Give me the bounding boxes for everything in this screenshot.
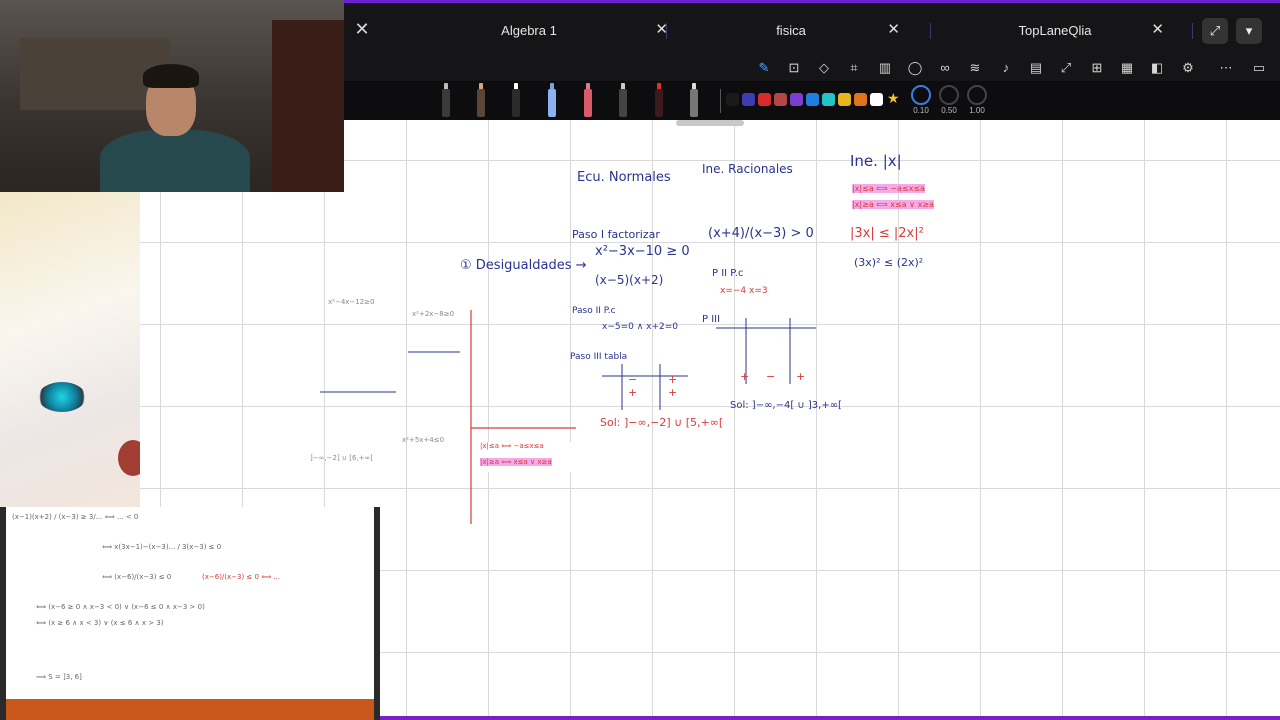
close-window-icon[interactable]: ✕ [350, 17, 374, 41]
tab-algebra[interactable]: Algebra 1 ✕ [384, 3, 674, 58]
shapes-icon[interactable]: ◇ [814, 58, 834, 78]
chevron-down-icon[interactable]: ▾ [1236, 18, 1262, 44]
color-swatch[interactable] [838, 93, 851, 106]
color-swatch[interactable] [774, 93, 787, 106]
grid-icon[interactable]: ▦ [1117, 58, 1137, 78]
tab-fisica[interactable]: fisica ✕ [676, 3, 906, 58]
tool-bar: ✎ ⊡ ◇ ⌗ ▥ ◯ ∞ ≋ ♪ ▤ ⤢ ⊞ ▦ ◧ ⚙ ⋯ ▭ [344, 55, 1280, 81]
tab-label: Algebra 1 [501, 23, 557, 38]
person-body [100, 130, 250, 192]
tab-divider [1192, 23, 1193, 39]
thickness-medium[interactable] [939, 85, 959, 105]
pen-icon[interactable]: ✎ [754, 58, 774, 78]
settings-icon[interactable]: ⚙ [1178, 58, 1198, 78]
tab-label: TopLaneQlia [1018, 23, 1092, 38]
svg-text:+: + [628, 386, 637, 399]
anime-blush [118, 440, 140, 476]
sidebar-split-icon[interactable]: ◧ [1147, 58, 1167, 78]
svg-text:x²+5x+4≤0: x²+5x+4≤0 [402, 436, 444, 444]
svg-text:⟺ (x−6)/(x−3) ≤ 0: ⟺ (x−6)/(x−3) ≤ 0 [102, 573, 171, 581]
color-swatch[interactable] [742, 93, 755, 106]
add-page-icon[interactable]: ⊞ [1087, 58, 1107, 78]
fountain-pen-icon[interactable] [439, 83, 453, 117]
reader-icon[interactable]: ▤ [1026, 58, 1046, 78]
svg-text:⟹ S = ]3, 6]: ⟹ S = ]3, 6] [36, 673, 82, 681]
anime-eye [38, 382, 86, 412]
svg-text:(x−6)/(x−3) ≤ 0 ⟺ ...: (x−6)/(x−3) ≤ 0 ⟺ ... [202, 573, 280, 581]
pencil-icon[interactable] [474, 83, 488, 117]
fullscreen-icon[interactable]: ⤢ [1202, 18, 1228, 44]
thickness-label: 0.10 [913, 106, 929, 115]
highlighter-icon[interactable] [545, 83, 559, 117]
abs-rule-copy-less: |x|≤a ⟺ −a≤x≤a [480, 442, 544, 450]
expand-icon[interactable]: ⤢ [1056, 58, 1076, 78]
color-swatch[interactable] [854, 93, 867, 106]
color-swatch[interactable] [870, 93, 883, 106]
background-shelf [272, 20, 344, 192]
svg-text:⟺ (x ≥ 6 ∧ x < 3) ∨ (x ≤ 6 ∧ x: ⟺ (x ≥ 6 ∧ x < 3) ∨ (x ≤ 6 ∧ x > 3) [36, 619, 164, 627]
anime-artwork-overlay [0, 192, 140, 508]
scroll-handle[interactable] [676, 120, 744, 126]
color-swatch[interactable] [726, 93, 739, 106]
microphone-icon[interactable]: ♪ [996, 58, 1016, 78]
panel-icon[interactable]: ▭ [1249, 58, 1269, 78]
columns-icon[interactable]: ▥ [875, 58, 895, 78]
more-icon[interactable]: ⋯ [1216, 58, 1236, 78]
svg-text:+: + [796, 370, 805, 383]
divider [720, 89, 721, 113]
svg-text:−: − [628, 373, 637, 386]
svg-text:+: + [668, 373, 677, 386]
marker-icon[interactable] [509, 83, 523, 117]
thickness-label: 1.00 [969, 106, 985, 115]
thickness-thick[interactable] [967, 85, 987, 105]
link-icon[interactable]: ∞ [935, 58, 955, 78]
color-swatch[interactable] [790, 93, 803, 106]
thickness-thin[interactable] [911, 85, 931, 105]
color-swatch[interactable] [822, 93, 835, 106]
svg-text:+: + [740, 370, 749, 383]
svg-text:−: − [766, 370, 775, 383]
brush-icon[interactable] [616, 83, 630, 117]
svg-text:⟺ x(3x−1)−(x−3)... / 3(x−3) ≤: ⟺ x(3x−1)−(x−3)... / 3(x−3) ≤ 0 [102, 543, 221, 551]
notes-bottom-strip [6, 699, 374, 720]
bottom-accent-bar [380, 716, 1280, 720]
tab-label: fisica [776, 23, 806, 38]
svg-text:x²−4x−12≥0: x²−4x−12≥0 [328, 298, 375, 306]
tab-divider [666, 23, 667, 39]
color-swatch[interactable] [806, 93, 819, 106]
tab-bar: ✕ Algebra 1 ✕ fisica ✕ TopLaneQlia ✕ ⤢ ▾ [344, 0, 1280, 58]
handwritten-notes: (x−1)(x+2) / (x−3) ≥ 3/... ⟺ ... < 0 ⟺ x… [12, 513, 280, 681]
color-swatch[interactable] [758, 93, 771, 106]
tab-divider [930, 23, 931, 39]
close-icon[interactable]: ✕ [887, 20, 900, 38]
eraser-icon[interactable] [581, 83, 595, 117]
notes-panel-overlay: (x−1)(x+2) / (x−3) ≥ 3/... ⟺ ... < 0 ⟺ x… [0, 507, 380, 720]
tab-toplaneqlia[interactable]: TopLaneQlia ✕ [940, 3, 1170, 58]
comment-icon[interactable]: ◯ [905, 58, 925, 78]
crop-icon[interactable]: ⌗ [844, 58, 864, 78]
notes-paper: (x−1)(x+2) / (x−3) ≥ 3/... ⟺ ... < 0 ⟺ x… [6, 507, 374, 699]
abs-rule-copy-greater: |x|≥a ⟺ x≤a ∨ x≥a [480, 458, 552, 466]
layers-icon[interactable]: ≋ [965, 58, 985, 78]
thickness-label: 0.50 [941, 106, 957, 115]
text-box-icon[interactable]: ⊡ [784, 58, 804, 78]
lasso-icon[interactable] [687, 83, 701, 117]
webcam-overlay [0, 0, 344, 192]
svg-text:+: + [668, 386, 677, 399]
red-pen-icon[interactable] [652, 83, 666, 117]
svg-text:x²+2x−8≥0: x²+2x−8≥0 [412, 310, 454, 318]
close-icon[interactable]: ✕ [1151, 20, 1164, 38]
svg-text:(x−1)(x+2) / (x−3) ≥ 3/... ⟺ .: (x−1)(x+2) / (x−3) ≥ 3/... ⟺ ... < 0 [12, 513, 138, 521]
star-icon[interactable]: ★ [887, 90, 900, 107]
svg-text:]−∞,−2] ∪ [6,+∞[: ]−∞,−2] ∪ [6,+∞[ [310, 454, 373, 462]
person-hair [143, 64, 199, 88]
svg-text:⟺ (x−6 ≥ 0 ∧ x−3 < 0) ∨ (x−6 ≤: ⟺ (x−6 ≥ 0 ∧ x−3 < 0) ∨ (x−6 ≤ 0 ∧ x−3 >… [36, 603, 205, 611]
